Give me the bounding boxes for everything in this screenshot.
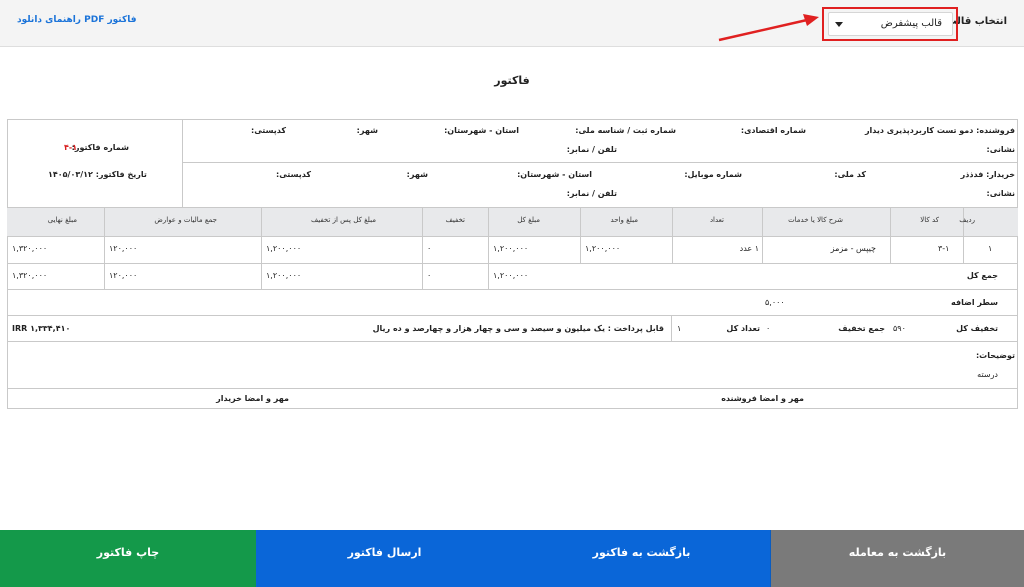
col-tax: جمع مالیات و عوارض [154, 216, 217, 224]
extra-row-value: ۵,۰۰۰ [765, 298, 785, 307]
col-discount: تخفیف [445, 216, 465, 224]
seller-reg-id: شماره ثبت / شناسه ملی: [575, 126, 676, 135]
table-row-index: ۱ [988, 244, 993, 253]
extra-row-label: سطر اضافه [951, 298, 998, 307]
sum-total: ۱,۲۰۰,۰۰۰ [493, 271, 529, 280]
buyer-signature: مهر و امضا خریدار [216, 394, 289, 403]
buyer-national-code: کد ملی: [834, 170, 866, 179]
buyer-postal: کدپستی: [276, 170, 311, 179]
seller-city: شهر: [356, 126, 378, 135]
discount-sum-value: ۰ [766, 324, 771, 333]
back-to-invoice-button[interactable]: بازگشت به فاکتور [513, 530, 771, 587]
invoice-number-label: شماره فاکتور: [71, 143, 129, 152]
notes-value: درسته [977, 370, 998, 379]
count-value: ۱ [677, 324, 682, 333]
extra-row [7, 289, 1018, 316]
seller-phone: تلفن / نمابر: [566, 145, 617, 154]
back-to-deal-button[interactable]: بازگشت به معامله [771, 530, 1024, 587]
divider [182, 162, 1018, 163]
table-row-tax: ۱۲۰,۰۰۰ [109, 244, 138, 253]
seller-signature: مهر و امضا فروشنده [721, 394, 804, 403]
template-select-value: قالب پیشفرض [880, 18, 942, 29]
seller-province: استان - شهرستان: [444, 126, 519, 135]
table-row-qty: ۱ عدد [739, 244, 759, 253]
seller-name: فروشنده: دمو تست کاربردپذیری دیدار [864, 126, 1015, 135]
invoice-date: تاریخ فاکتور: ۱۴۰۵/۰۳/۱۲ [48, 170, 147, 179]
sum-discount: ۰ [427, 271, 432, 280]
seller-economic-code: شماره اقتصادی: [740, 126, 806, 135]
pdf-help-link[interactable]: راهنمای دانلود PDF فاکتور [17, 15, 137, 25]
print-invoice-button[interactable]: چاپ فاکتور [0, 530, 256, 587]
buyer-city: شهر: [406, 170, 428, 179]
sum-label: جمع کل [966, 271, 998, 280]
table-row-code: ۳-۱ [938, 244, 950, 253]
discount-sum-label: جمع تخفیف [838, 324, 885, 333]
signatures-box [7, 388, 1018, 409]
count-label: تعداد کل [726, 324, 760, 333]
sum-tax: ۱۲۰,۰۰۰ [109, 271, 138, 280]
template-select[interactable]: قالب پیشفرض [828, 12, 953, 36]
sum-final: ۱,۳۲۰,۰۰۰ [12, 271, 48, 280]
col-final: مبلغ نهایی [47, 216, 77, 224]
col-code: کد کالا [920, 216, 939, 224]
table-row-unit-price: ۱,۲۰۰,۰۰۰ [585, 244, 621, 253]
col-after-discount: مبلغ کل پس از تخفیف [310, 216, 376, 224]
buyer-phone: تلفن / نمابر: [566, 189, 617, 198]
col-description: شرح کالا یا خدمات [788, 216, 843, 224]
annotation-arrow-icon [718, 14, 819, 42]
table-row-total: ۱,۲۰۰,۰۰۰ [493, 244, 529, 253]
buyer-name: خریدار: فدذذر [960, 170, 1015, 179]
table-row-desc: چیپس - مزمز [830, 244, 876, 253]
notes-label: توضیحات: [975, 351, 1015, 360]
invoice-title: فاکتور [494, 74, 530, 87]
sum-after-discount: ۱,۲۰۰,۰۰۰ [266, 271, 302, 280]
buyer-address: نشانی: [986, 189, 1015, 198]
total-discount-label: تخفیف کل [956, 324, 998, 333]
table-row-final: ۱,۳۲۰,۰۰۰ [12, 244, 48, 253]
divider [182, 119, 183, 208]
col-unit-price: مبلغ واحد [610, 216, 638, 224]
payable-amount: IRR ۱,۳۳۴,۴۱۰ [12, 324, 71, 333]
table-row-after-discount: ۱,۲۰۰,۰۰۰ [266, 244, 302, 253]
col-row-index: ردیف [959, 216, 975, 224]
notes-box [7, 341, 1018, 389]
table-row-discount: ۰ [427, 244, 432, 253]
payable-text: قابل پرداخت : یک میلیون و سیصد و سی و چه… [372, 324, 664, 333]
invoice-number-value: ۴-۱ [64, 143, 78, 152]
buyer-mobile: شماره موبایل: [684, 170, 742, 179]
total-discount-value: ۵۹۰ [893, 324, 906, 333]
chevron-down-icon [835, 22, 843, 27]
send-invoice-button[interactable]: ارسال فاکتور [256, 530, 513, 587]
buyer-province: استان - شهرستان: [517, 170, 592, 179]
col-total: مبلغ کل [517, 216, 540, 224]
seller-postal: کدپستی: [251, 126, 286, 135]
col-qty: تعداد [709, 216, 724, 224]
seller-address: نشانی: [986, 145, 1015, 154]
